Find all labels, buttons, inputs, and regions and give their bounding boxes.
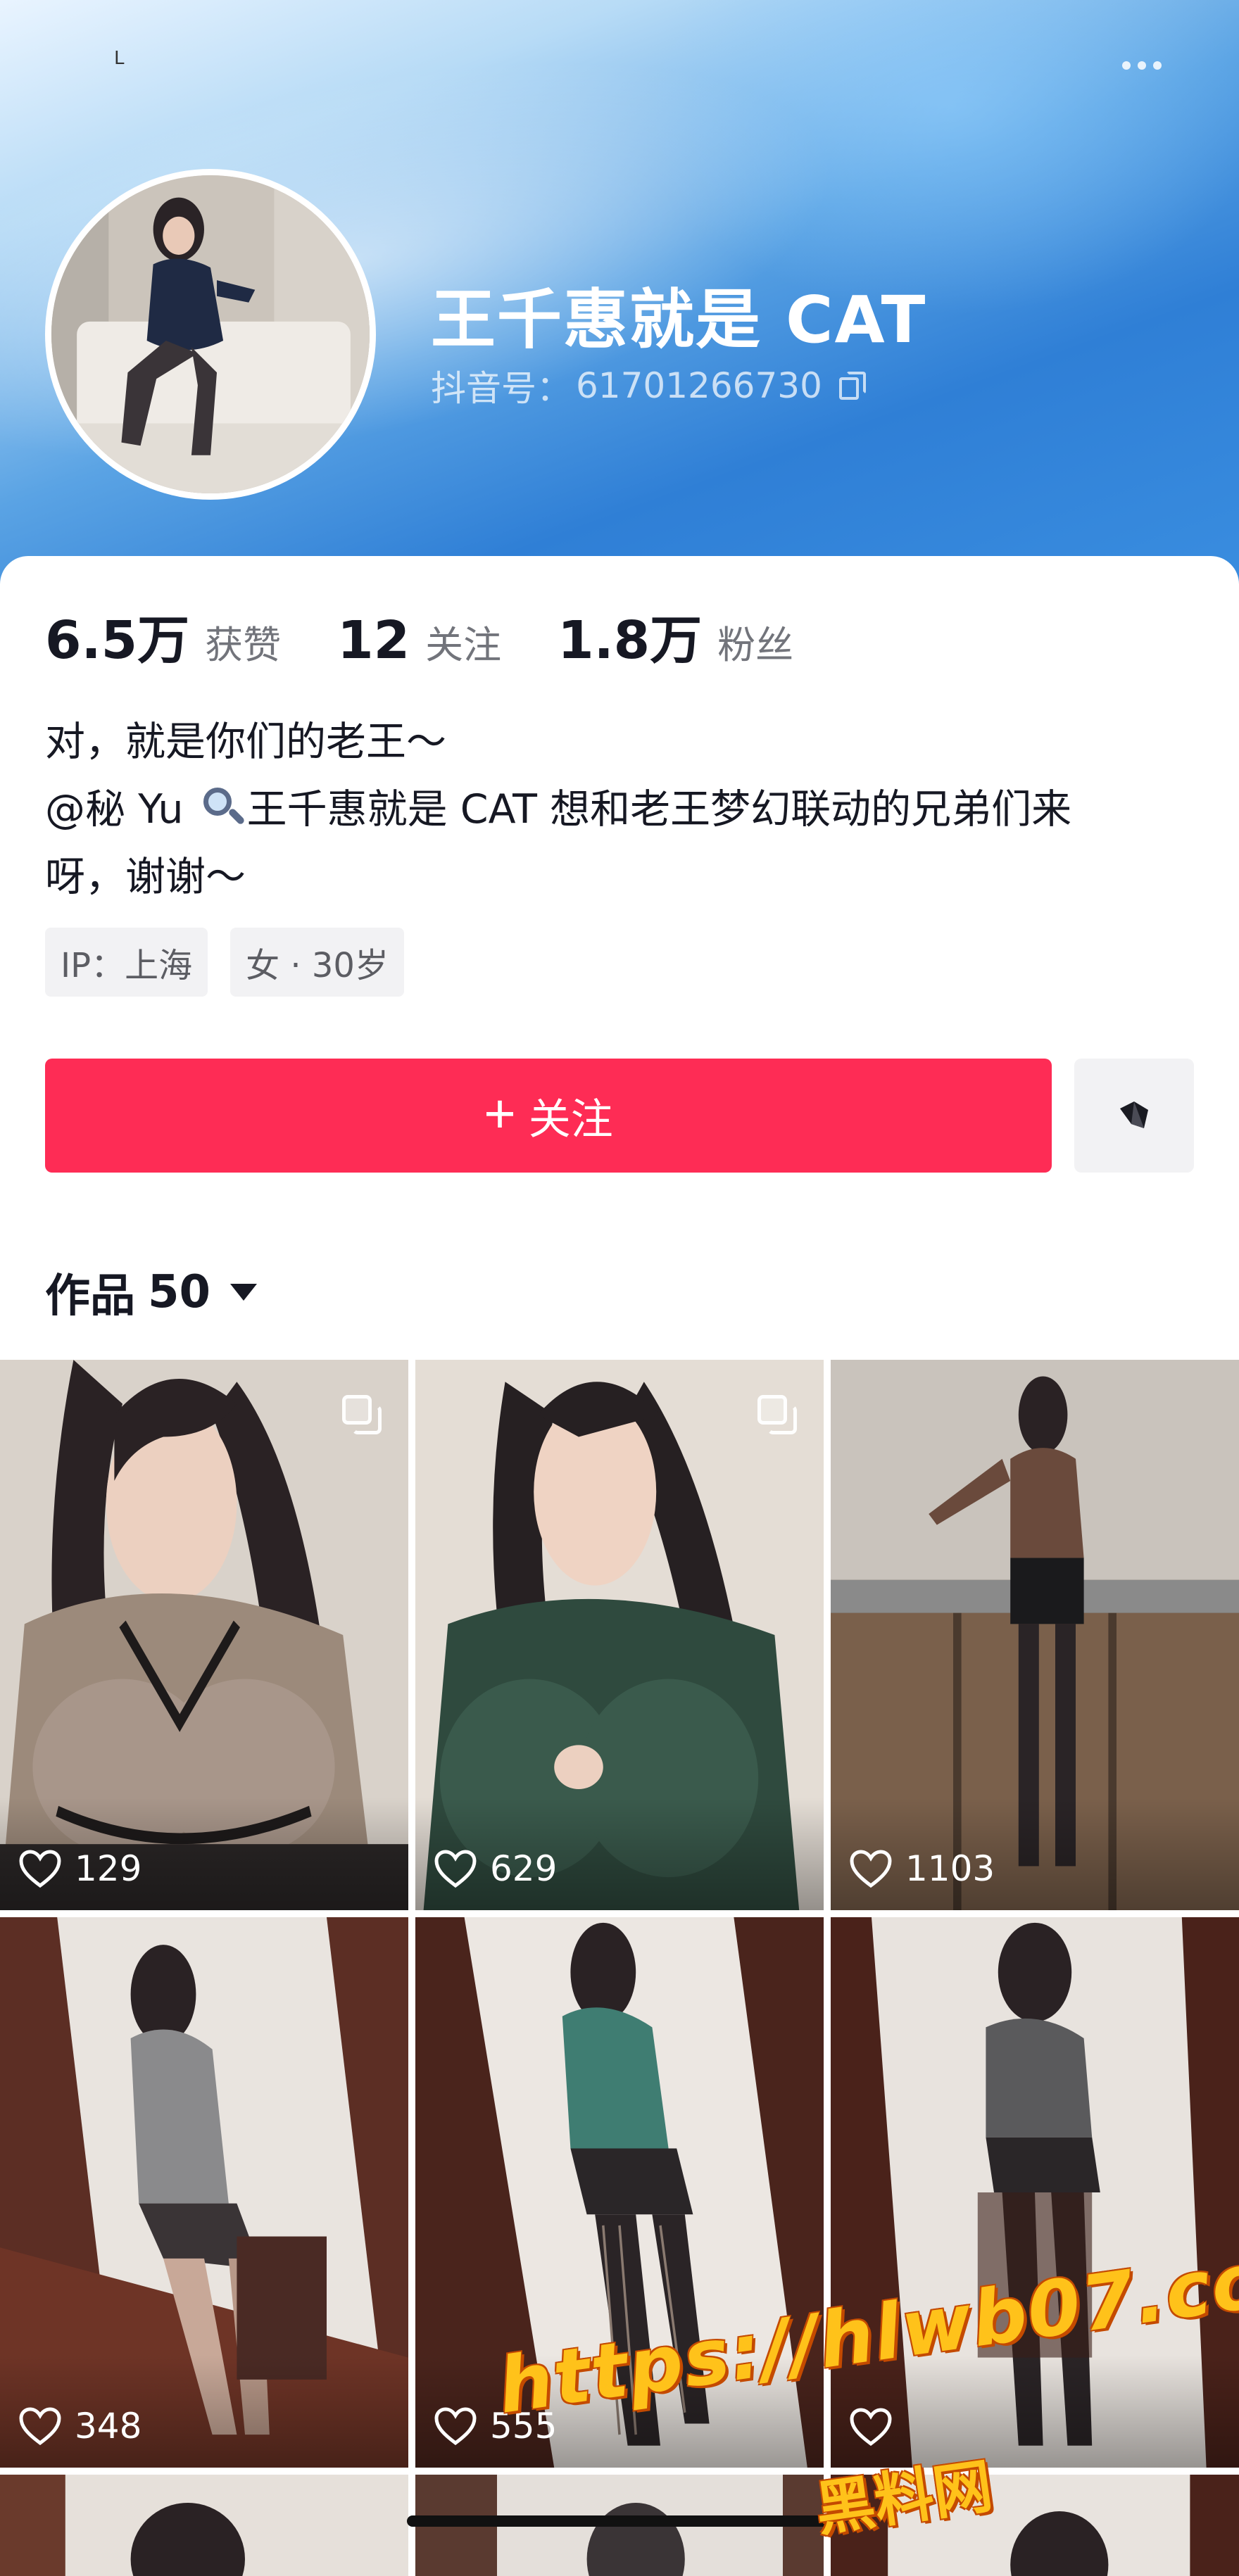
like-count: 555 <box>434 2406 557 2446</box>
stat-likes[interactable]: 6.5万 获赞 <box>45 598 281 674</box>
like-count-value: 348 <box>75 2406 142 2446</box>
share-icon <box>1120 1101 1148 1128</box>
heart-icon <box>19 2407 61 2446</box>
like-count-value: 129 <box>75 1848 142 1889</box>
stat-value: 6.5万 <box>45 610 190 671</box>
search-icon <box>199 785 246 830</box>
avatar[interactable] <box>45 169 376 500</box>
multi-image-icon <box>342 1395 384 1437</box>
thumbnail-image <box>831 2475 1239 2576</box>
bio-line: 呀，谢谢～ <box>45 854 246 900</box>
like-count-value: 555 <box>490 2406 558 2446</box>
stat-label: 关注 <box>425 623 502 667</box>
bio-mention[interactable]: @秘 Yu <box>45 786 184 833</box>
stats-row: 6.5万 获赞 12 关注 1.8万 粉丝 <box>45 598 850 674</box>
bio-line-text: 王千惠就是 CAT 想和老王梦幻联动的兄弟们来 <box>246 786 1072 833</box>
profile-tags: IP：上海 女 · 30岁 <box>45 928 404 997</box>
share-button[interactable] <box>1074 1059 1194 1173</box>
heart-icon <box>19 1850 61 1888</box>
like-count-value: 1103 <box>905 1848 995 1889</box>
thumbnail-image <box>0 2475 408 2576</box>
follow-button[interactable]: + 关注 <box>45 1059 1052 1173</box>
gender-age-tag: 女 · 30岁 <box>230 928 404 997</box>
video-thumbnail[interactable]: 555 <box>415 1917 824 2468</box>
video-thumbnail[interactable]: 629 <box>415 1360 824 1910</box>
heart-icon <box>434 2407 477 2446</box>
like-count <box>849 2407 905 2446</box>
video-thumbnail[interactable]: 129 <box>0 1360 408 1910</box>
like-count: 1103 <box>849 1848 995 1889</box>
more-options-icon[interactable] <box>1114 55 1170 76</box>
stat-label: 粉丝 <box>717 623 794 667</box>
heart-icon <box>850 1850 892 1888</box>
works-count: 50 <box>148 1266 211 1318</box>
stat-value: 12 <box>337 610 410 671</box>
bio-line: @秘 Yu 王千惠就是 CAT 想和老王梦幻联动的兄弟们来 <box>45 776 1200 843</box>
like-count: 348 <box>18 2406 141 2446</box>
video-thumbnail[interactable]: 348 <box>0 1917 408 2468</box>
like-count: 629 <box>434 1848 557 1889</box>
nickname: 王千惠就是 CAT <box>431 282 927 358</box>
bio-line: 对，就是你们的老王～ <box>45 719 446 765</box>
douyin-id: 抖音号： 61701266730 <box>431 360 867 411</box>
status-bar-mark: L <box>114 48 125 69</box>
copy-icon[interactable] <box>836 370 867 401</box>
video-thumbnail[interactable] <box>831 2475 1239 2576</box>
stat-value: 1.8万 <box>558 610 703 671</box>
douyin-id-value: 61701266730 <box>576 365 822 406</box>
douyin-id-label: 抖音号： <box>431 368 572 409</box>
plus-icon: + <box>484 1082 516 1144</box>
like-count-value: 629 <box>490 1848 558 1889</box>
video-thumbnail[interactable] <box>0 2475 408 2576</box>
stat-label: 获赞 <box>205 623 282 667</box>
like-count: 129 <box>18 1848 141 1889</box>
bio: 对，就是你们的老王～ @秘 Yu 王千惠就是 CAT 想和老王梦幻联动的兄弟们来… <box>45 708 1200 911</box>
stat-following[interactable]: 12 关注 <box>337 610 501 671</box>
stat-followers[interactable]: 1.8万 粉丝 <box>558 598 793 674</box>
follow-label: 关注 <box>528 1095 613 1143</box>
works-tab[interactable]: 作品 50 <box>45 1260 258 1325</box>
avatar-photo <box>51 175 370 493</box>
video-thumbnail[interactable]: 1103 <box>831 1360 1239 1910</box>
home-indicator[interactable] <box>407 2515 832 2527</box>
multi-image-icon <box>757 1395 800 1437</box>
ip-location-tag: IP：上海 <box>45 928 208 997</box>
works-tab-label: 作品 <box>45 1270 135 1322</box>
video-thumbnail[interactable] <box>831 1917 1239 2468</box>
heart-icon <box>434 1850 477 1888</box>
heart-icon <box>850 2408 892 2446</box>
caret-down-icon <box>230 1284 258 1301</box>
